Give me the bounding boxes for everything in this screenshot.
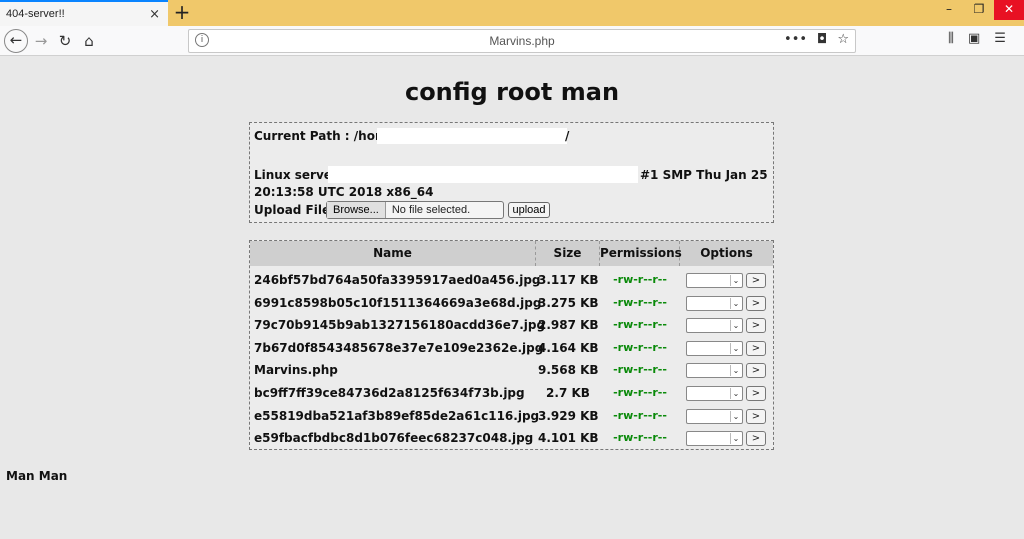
col-size: Size xyxy=(536,241,600,266)
chevron-down-icon: ⌄ xyxy=(730,297,741,309)
chevron-down-icon: ⌄ xyxy=(730,410,741,422)
minimize-button[interactable]: – xyxy=(934,0,964,20)
go-button[interactable]: > xyxy=(746,386,766,401)
table-row: bc9ff7ff39ce84736d2a8125f634f73b.jpg 2.7 … xyxy=(250,382,773,404)
active-tab[interactable]: 404-server!! × xyxy=(0,0,168,26)
url-text: Marvins.php xyxy=(489,34,555,48)
go-button[interactable]: > xyxy=(746,340,766,356)
uname-suffix: #1 SMP Thu Jan 25 xyxy=(640,168,768,182)
go-button[interactable]: > xyxy=(746,431,766,447)
table-row: e59fbacfbdbc8d1b076feec68237c048.jpg 4.10… xyxy=(250,427,773,449)
pocket-icon[interactable]: ◘ xyxy=(817,32,827,47)
file-permissions[interactable]: -rw-r--r-- xyxy=(602,314,678,336)
current-path-suffix: / xyxy=(565,129,570,143)
file-size: 3.275 KB xyxy=(538,295,599,310)
file-permissions[interactable]: -rw-r--r-- xyxy=(602,269,678,291)
redacted-path xyxy=(377,128,567,144)
uname-line2: 20:13:58 UTC 2018 x86_64 xyxy=(254,185,434,199)
file-name[interactable]: 6991c8598b05c10f1511364669a3e68d.jpg xyxy=(254,292,541,314)
redacted-hostname xyxy=(328,166,638,183)
file-size: 4.101 KB xyxy=(538,431,599,446)
browse-button[interactable]: Browse... xyxy=(327,202,386,218)
page-actions-icon[interactable]: ••• xyxy=(784,32,807,47)
chevron-down-icon: ⌄ xyxy=(730,388,741,399)
library-icon[interactable]: ⫼ xyxy=(948,31,954,46)
table-row: Marvins.php 9.568 KB -rw-r--r-- ⌄ > xyxy=(250,359,773,381)
table-row: e55819dba521af3b89ef85de2a61c116.jpg 3.92… xyxy=(250,405,773,427)
file-permissions[interactable]: -rw-r--r-- xyxy=(602,405,678,427)
file-name[interactable]: 79c70b9145b9ab1327156180acdd36e7.jpg xyxy=(254,314,545,336)
file-size: 4.164 KB xyxy=(538,340,599,355)
reload-icon[interactable]: ↻ xyxy=(54,30,76,52)
file-permissions[interactable]: -rw-r--r-- xyxy=(602,337,678,359)
bookmark-star-icon[interactable]: ☆ xyxy=(837,32,849,47)
go-button[interactable]: > xyxy=(746,408,766,424)
col-options: Options xyxy=(700,246,753,260)
file-status: No file selected. xyxy=(391,204,471,216)
go-button[interactable]: > xyxy=(746,273,766,288)
back-arrow-icon[interactable]: ← xyxy=(4,29,28,53)
restore-button[interactable]: ❐ xyxy=(964,0,994,20)
footer-text: Man Man xyxy=(6,469,68,483)
col-permissions: Permissions xyxy=(600,241,682,266)
file-size: 2.987 KB xyxy=(538,318,599,333)
file-name[interactable]: e55819dba521af3b89ef85de2a61c116.jpg xyxy=(254,405,539,427)
hamburger-menu-icon[interactable]: ☰ xyxy=(994,31,1006,46)
action-select[interactable]: ⌄ xyxy=(686,340,743,356)
go-button[interactable]: > xyxy=(746,318,766,334)
action-select[interactable]: ⌄ xyxy=(686,363,743,379)
home-icon[interactable]: ⌂ xyxy=(78,30,100,52)
upload-button[interactable]: upload xyxy=(508,202,550,218)
navigation-toolbar: ← → ↻ ⌂ i Marvins.php ••• ◘ ☆ ⫼ ▣ ☰ xyxy=(0,26,1024,56)
table-row: 7b67d0f8543485678e37e7e109e2362e.jpg 4.16… xyxy=(250,337,773,359)
file-input[interactable]: Browse... No file selected. xyxy=(326,201,504,219)
go-button[interactable]: > xyxy=(746,363,766,379)
tab-title: 404-server!! xyxy=(6,8,65,20)
sidebar-icon[interactable]: ▣ xyxy=(968,31,980,46)
tab-strip: 404-server!! × + – ❐ ✕ xyxy=(0,0,1024,26)
go-button[interactable]: > xyxy=(746,295,766,311)
action-select[interactable]: ⌄ xyxy=(686,386,743,401)
chevron-down-icon: ⌄ xyxy=(730,275,741,286)
file-name[interactable]: bc9ff7ff39ce84736d2a8125f634f73b.jpg xyxy=(254,382,525,404)
col-name: Name xyxy=(250,241,536,266)
table-header: Name Size Permissions Options xyxy=(250,241,773,266)
chevron-down-icon: ⌄ xyxy=(730,433,741,445)
file-name[interactable]: 246bf57bd764a50fa3395917aed0a456.jpg xyxy=(254,269,541,291)
close-window-button[interactable]: ✕ xyxy=(994,0,1024,20)
file-size: 9.568 KB xyxy=(538,363,599,378)
file-size: 3.117 KB xyxy=(538,273,599,287)
chevron-down-icon: ⌄ xyxy=(730,365,741,377)
file-permissions[interactable]: -rw-r--r-- xyxy=(602,292,678,314)
action-select[interactable]: ⌄ xyxy=(686,273,743,288)
action-select[interactable]: ⌄ xyxy=(686,431,743,447)
action-select[interactable]: ⌄ xyxy=(686,408,743,424)
file-name[interactable]: Marvins.php xyxy=(254,359,338,381)
action-select[interactable]: ⌄ xyxy=(686,318,743,334)
file-permissions[interactable]: -rw-r--r-- xyxy=(602,359,678,381)
file-permissions[interactable]: -rw-r--r-- xyxy=(602,382,678,404)
table-row: 79c70b9145b9ab1327156180acdd36e7.jpg 2.98… xyxy=(250,314,773,336)
table-row: 6991c8598b05c10f1511364669a3e68d.jpg 3.27… xyxy=(250,292,773,314)
file-name[interactable]: 7b67d0f8543485678e37e7e109e2362e.jpg xyxy=(254,337,543,359)
forward-arrow-icon[interactable]: → xyxy=(30,30,52,52)
file-name[interactable]: e59fbacfbdbc8d1b076feec68237c048.jpg xyxy=(254,427,533,449)
file-size: 3.929 KB xyxy=(538,408,599,423)
chevron-down-icon: ⌄ xyxy=(730,342,741,354)
file-table: Name Size Permissions Options 246bf57bd7… xyxy=(249,240,774,450)
table-row: 246bf57bd764a50fa3395917aed0a456.jpg 3.11… xyxy=(250,269,773,291)
file-permissions[interactable]: -rw-r--r-- xyxy=(602,427,678,449)
new-tab-button[interactable]: + xyxy=(172,2,192,22)
address-bar[interactable]: i Marvins.php ••• ◘ ☆ xyxy=(188,29,856,53)
file-size: 2.7 KB xyxy=(546,386,590,400)
close-tab-icon[interactable]: × xyxy=(149,7,160,22)
action-select[interactable]: ⌄ xyxy=(686,295,743,311)
page-title: config root man xyxy=(404,78,620,106)
chevron-down-icon: ⌄ xyxy=(730,320,741,332)
